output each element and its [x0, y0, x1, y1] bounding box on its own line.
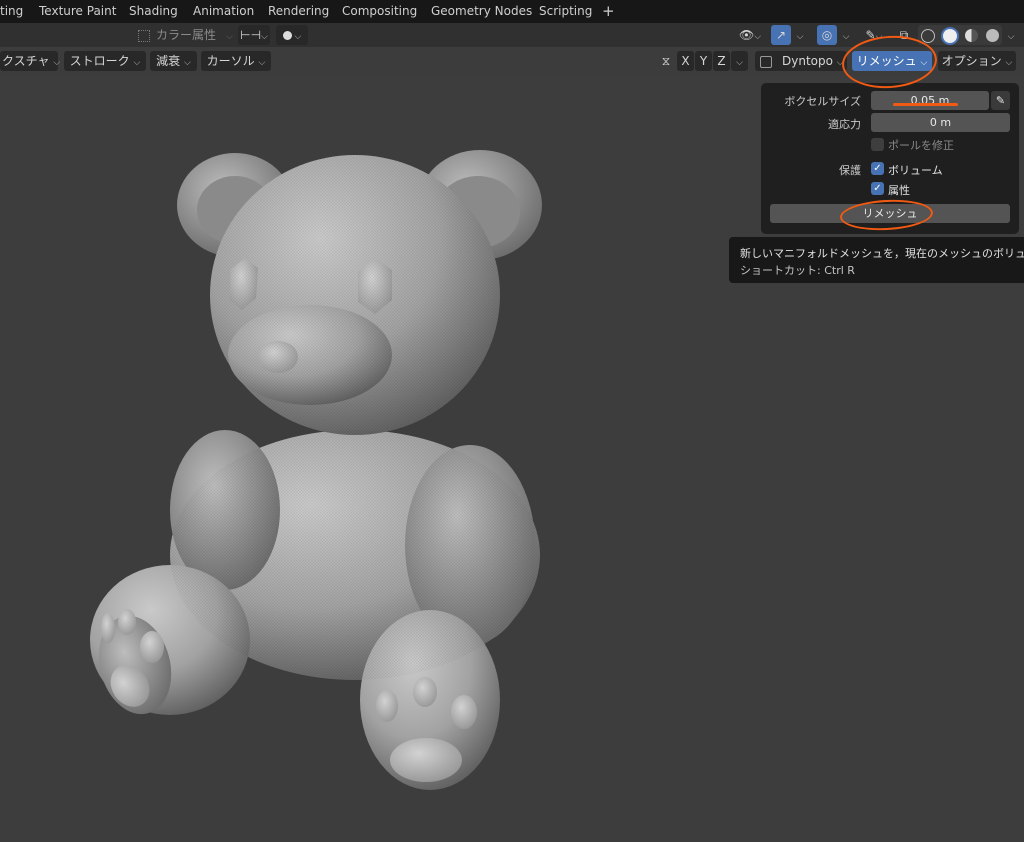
tooltip-description: 新しいマニフォルドメッシュを，現在のメッシュのボリュ — [740, 247, 1024, 260]
attributes-checkbox[interactable]: ✓ — [871, 182, 884, 195]
tab-shading[interactable]: Shading — [129, 0, 178, 23]
tab-sculpting[interactable]: ting — [0, 0, 23, 23]
tab-animation[interactable]: Animation — [193, 0, 254, 23]
options-menu-label: オプション — [941, 54, 1002, 68]
annotation-underline-voxel-size — [893, 103, 958, 106]
options-menu[interactable]: オプション ⌵ — [938, 51, 1016, 71]
tab-geometry-nodes[interactable]: Geometry Nodes — [431, 0, 532, 23]
preserve-label: 保護 — [839, 164, 861, 177]
color-attribute-selector[interactable]: カラー属性 ⌵ — [135, 25, 235, 45]
adaptivity-label: 適応力 — [828, 118, 861, 131]
fix-poles-label: ポールを修正 — [888, 139, 954, 152]
tab-rendering[interactable]: Rendering — [268, 0, 329, 23]
eye-icon: 👁 — [738, 28, 755, 42]
tab-compositing[interactable]: Compositing — [342, 0, 417, 23]
attributes-label: 属性 — [888, 184, 910, 197]
dyntopo-checkbox[interactable] — [760, 55, 772, 68]
dot-icon — [282, 31, 292, 40]
volume-label: ボリューム — [888, 164, 943, 177]
dyntopo-label: Dyntopo — [782, 54, 833, 68]
cursor-menu[interactable]: カーソル ⌵ — [201, 51, 271, 71]
stroke-menu[interactable]: ストローク ⌵ — [64, 51, 146, 71]
fix-poles-checkbox[interactable] — [871, 138, 884, 151]
tooltip-shortcut: ショートカット: Ctrl R — [740, 264, 855, 277]
remesh-tooltip: 新しいマニフォルドメッシュを，現在のメッシュのボリュ ショートカット: Ctrl… — [729, 237, 1024, 283]
overlay-toggle[interactable]: ◎ — [817, 25, 837, 45]
add-workspace-button[interactable]: + — [602, 0, 615, 23]
overlay-icon: ◎ — [821, 28, 833, 42]
rendered-icon[interactable] — [985, 29, 999, 42]
workspace-tabs-bar: ting Texture Paint Shading Animation Ren… — [0, 0, 1024, 23]
cursor-menu-label: カーソル — [206, 54, 255, 68]
visibility-dropdown[interactable]: 👁⌵ — [735, 25, 765, 45]
shading-dropdown[interactable]: ⌵ — [276, 25, 308, 45]
voxel-size-label: ボクセルサイズ — [784, 95, 861, 108]
tab-texture-paint[interactable]: Texture Paint — [39, 0, 116, 23]
voxel-size-field[interactable]: 0.05 m — [871, 91, 989, 110]
volume-checkbox[interactable]: ✓ — [871, 162, 884, 175]
shading-options-dropdown[interactable]: ⌵ — [1004, 25, 1018, 45]
material-preview-icon[interactable] — [964, 29, 978, 42]
axis-z-toggle[interactable]: Z — [713, 51, 730, 71]
overlay-dropdown[interactable]: ⌵ — [839, 25, 853, 45]
axis-x-toggle[interactable]: X — [677, 51, 694, 71]
texture-menu-label: クスチャ — [2, 54, 50, 68]
texture-menu[interactable]: クスチャ ⌵ — [0, 51, 60, 71]
eyedropper-button[interactable]: ✎ — [991, 91, 1010, 110]
axis-y-toggle[interactable]: Y — [695, 51, 712, 71]
wireframe-icon[interactable] — [921, 28, 936, 43]
falloff-menu[interactable]: 減衰 ⌵ — [150, 51, 197, 71]
mirror-axis-icon: ⧖ — [661, 54, 671, 68]
symmetry-options-dropdown[interactable]: ⌵ — [731, 51, 748, 71]
tab-scripting[interactable]: Scripting — [539, 0, 592, 23]
eyedropper-icon: ✎ — [995, 94, 1006, 107]
adaptivity-field[interactable]: 0 m — [871, 113, 1010, 132]
falloff-menu-label: 減衰 — [156, 54, 181, 68]
solid-icon[interactable] — [943, 28, 958, 43]
shading-mode-group — [918, 25, 1002, 45]
check-icon: ✓ — [873, 183, 882, 194]
grid-icon — [138, 29, 150, 42]
mirror-icon: ⊢⊣ — [240, 28, 262, 42]
gizmo-toggle[interactable]: ↗ — [771, 25, 791, 45]
dyntopo-menu[interactable]: Dyntopo ⌵ — [755, 51, 847, 71]
symmetry-toggle[interactable]: ⊢⊣⌵ — [238, 25, 270, 45]
stroke-menu-label: ストローク — [69, 54, 130, 68]
color-attribute-label: カラー属性 — [156, 28, 217, 42]
gizmo-icon: ↗ — [775, 28, 787, 42]
gizmo-dropdown[interactable]: ⌵ — [793, 25, 807, 45]
check-icon: ✓ — [873, 163, 882, 174]
